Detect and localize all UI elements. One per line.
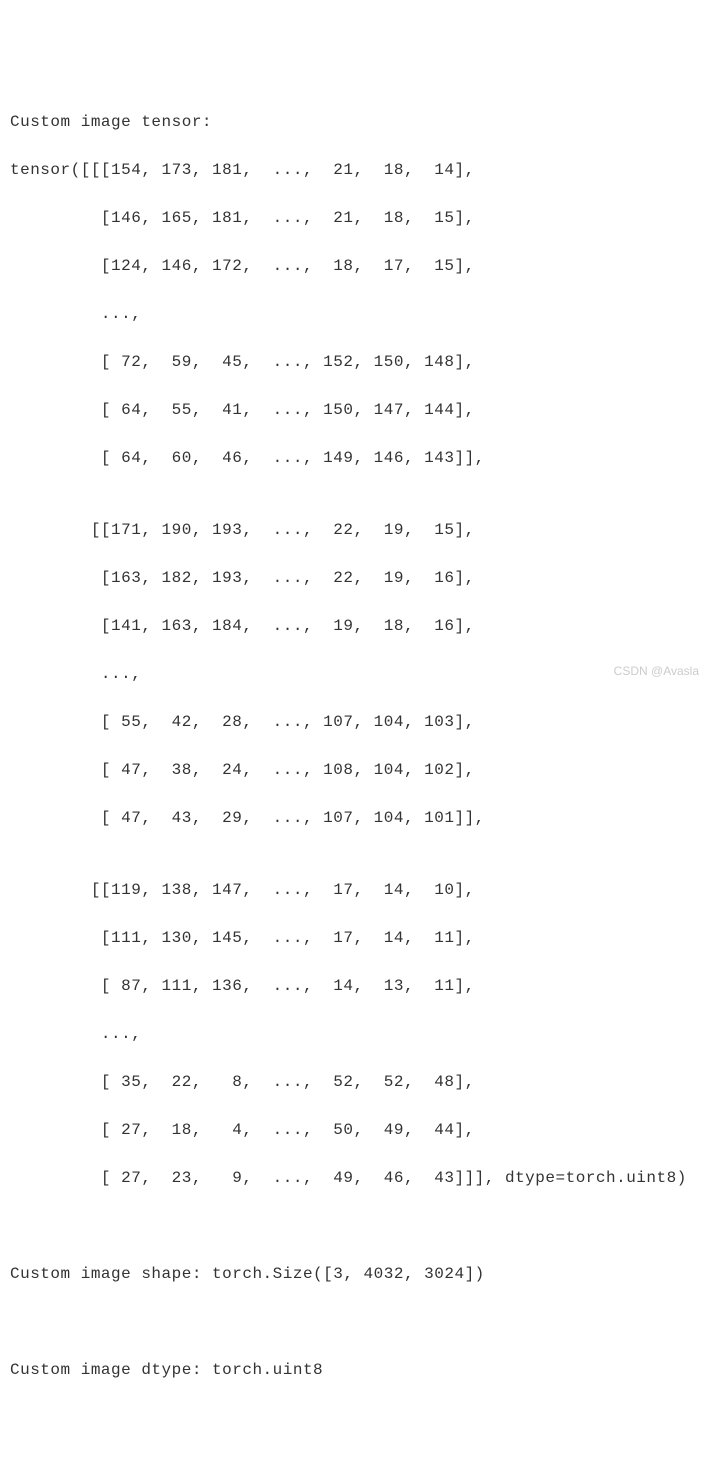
tensor-line: ..., [10, 1022, 709, 1046]
tensor-line: [ 64, 55, 41, ..., 150, 147, 144], [10, 398, 709, 422]
tensor-line: [163, 182, 193, ..., 22, 19, 16], [10, 566, 709, 590]
tensor-line: [ 27, 23, 9, ..., 49, 46, 43]]], dtype=t… [10, 1166, 709, 1190]
dtype-line: Custom image dtype: torch.uint8 [10, 1358, 709, 1382]
tensor-line: [ 64, 60, 46, ..., 149, 146, 143]], [10, 446, 709, 470]
tensor-line: [ 47, 43, 29, ..., 107, 104, 101]], [10, 806, 709, 830]
tensor-line: [ 47, 38, 24, ..., 108, 104, 102], [10, 758, 709, 782]
shape-line: Custom image shape: torch.Size([3, 4032,… [10, 1262, 709, 1286]
tensor-line: [ 72, 59, 45, ..., 152, 150, 148], [10, 350, 709, 374]
tensor-line: [124, 146, 172, ..., 18, 17, 15], [10, 254, 709, 278]
tensor-line: ..., [10, 302, 709, 326]
tensor-line: ..., [10, 662, 709, 686]
blank-line [10, 1214, 709, 1238]
blank-line [10, 1310, 709, 1334]
header-line: Custom image tensor: [10, 110, 709, 134]
watermark: CSDN @Avasla [614, 662, 699, 680]
tensor-line: [ 35, 22, 8, ..., 52, 52, 48], [10, 1070, 709, 1094]
tensor-line: [ 27, 18, 4, ..., 50, 49, 44], [10, 1118, 709, 1142]
tensor-line: [141, 163, 184, ..., 19, 18, 16], [10, 614, 709, 638]
tensor-line: [[119, 138, 147, ..., 17, 14, 10], [10, 878, 709, 902]
tensor-line: [ 55, 42, 28, ..., 107, 104, 103], [10, 710, 709, 734]
tensor-line: [ 87, 111, 136, ..., 14, 13, 11], [10, 974, 709, 998]
tensor-line: tensor([[[154, 173, 181, ..., 21, 18, 14… [10, 158, 709, 182]
tensor-line: [[171, 190, 193, ..., 22, 19, 15], [10, 518, 709, 542]
tensor-line: [146, 165, 181, ..., 21, 18, 15], [10, 206, 709, 230]
tensor-line: [111, 130, 145, ..., 17, 14, 11], [10, 926, 709, 950]
